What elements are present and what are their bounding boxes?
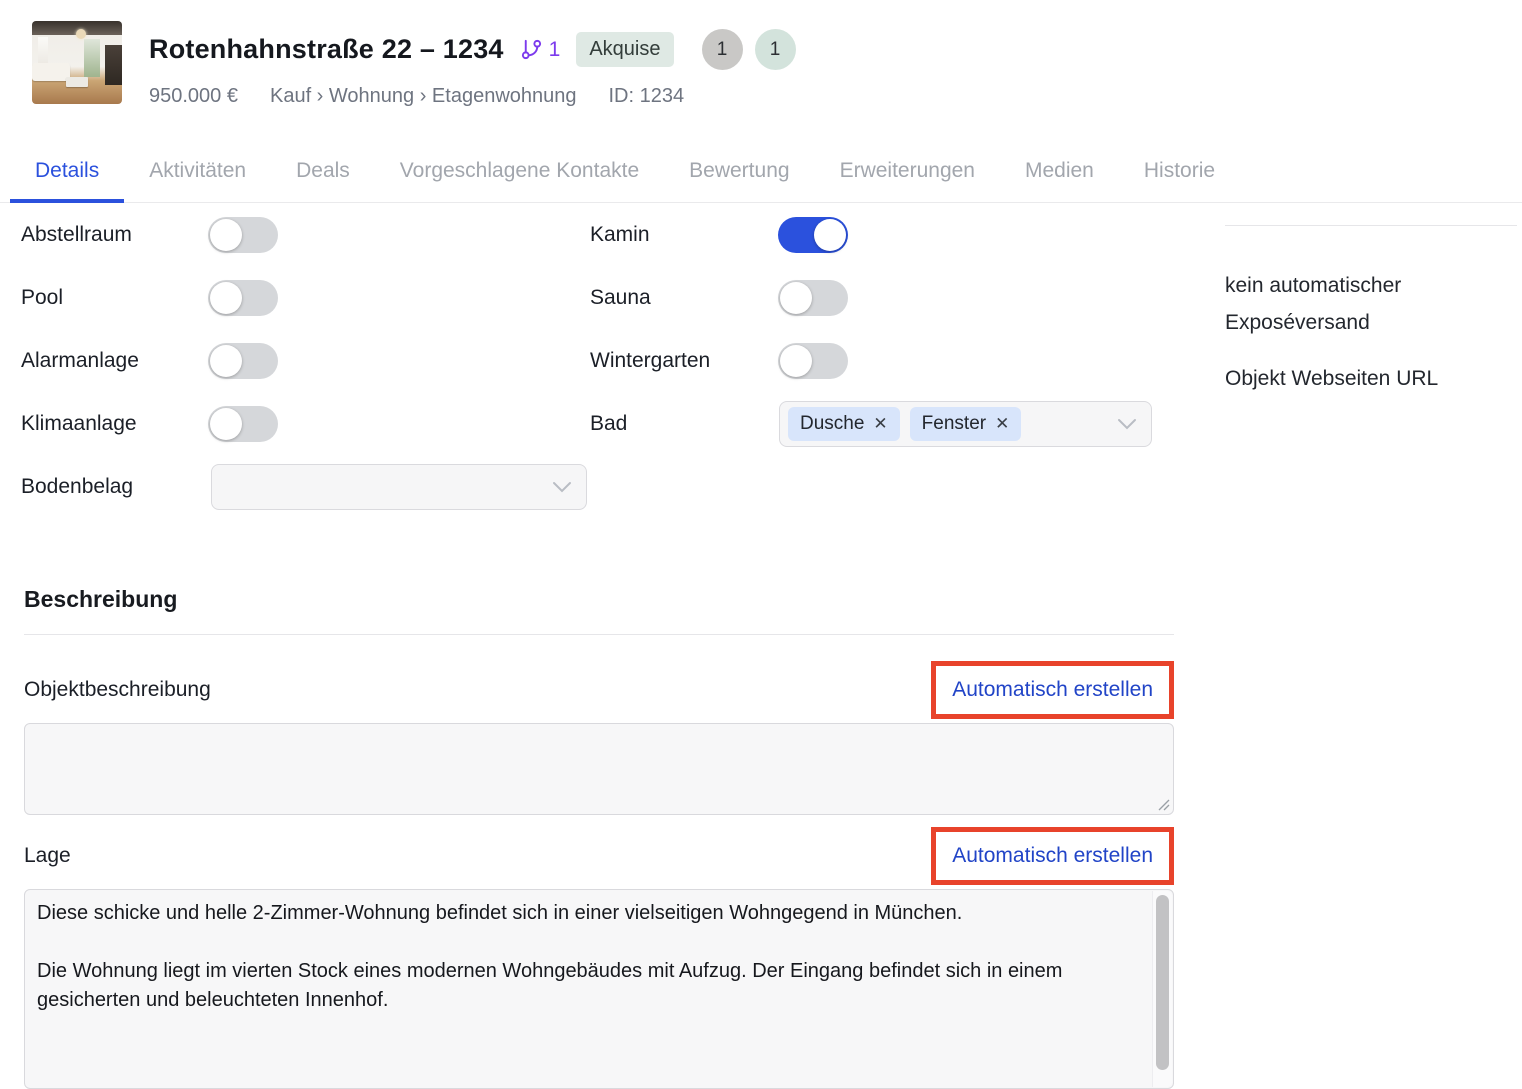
form-row-alarmanlage: Alarmanlage — [21, 329, 590, 392]
form-row-abstellraum: Abstellraum — [21, 203, 590, 266]
tab-historie[interactable]: Historie — [1119, 139, 1240, 202]
form-row-kamin: Kamin — [590, 203, 1174, 266]
form-row-wintergarten: Wintergarten — [590, 329, 1174, 392]
property-price: 950.000 € — [149, 85, 238, 108]
field-label: Kamin — [590, 223, 778, 247]
chevron-down-icon — [552, 481, 572, 493]
objekt-webseiten-url-label: Objekt Webseiten URL — [1225, 367, 1517, 391]
thumbnail-detail — [84, 39, 100, 77]
bad-multiselect[interactable]: Dusche ✕ Fenster ✕ — [779, 401, 1152, 447]
expose-versand-note: kein automatischer Exposéversand — [1225, 267, 1465, 341]
wintergarten-toggle[interactable] — [778, 343, 848, 379]
breadcrumb: Kauf › Wohnung › Etagenwohnung — [270, 85, 577, 108]
counter-badge-green[interactable]: 1 — [755, 29, 796, 70]
form-row-bodenbelag: Bodenbelag — [21, 455, 590, 518]
kamin-toggle[interactable] — [778, 217, 848, 253]
tab-erweiterungen[interactable]: Erweiterungen — [815, 139, 1000, 202]
right-sidebar: kein automatischer Exposéversand Objekt … — [1225, 225, 1517, 391]
linked-objects-count: 1 — [549, 38, 561, 62]
lage-textarea[interactable]: Diese schicke und helle 2-Zimmer-Wohnung… — [24, 889, 1174, 1089]
bad-chip-fenster: Fenster ✕ — [910, 407, 1022, 441]
tab-deals[interactable]: Deals — [271, 139, 375, 202]
chip-remove-icon[interactable]: ✕ — [995, 415, 1009, 432]
form-row-klimaanlage: Klimaanlage — [21, 392, 590, 455]
bodenbelag-select[interactable] — [211, 464, 587, 510]
form-row-sauna: Sauna — [590, 266, 1174, 329]
highlight-box: Automatisch erstellen — [931, 827, 1174, 885]
thumbnail-detail — [105, 45, 122, 85]
field-label: Bad — [590, 412, 778, 436]
abstellraum-toggle[interactable] — [208, 217, 278, 253]
pool-toggle[interactable] — [208, 280, 278, 316]
objektbeschreibung-textarea[interactable] — [24, 723, 1174, 815]
status-badge[interactable]: Akquise — [576, 32, 673, 67]
linked-objects-button[interactable]: 1 — [520, 38, 561, 62]
objektbeschreibung-value — [25, 723, 77, 758]
tab-bar: Details Aktivitäten Deals Vorgeschlagene… — [0, 139, 1522, 203]
git-branch-icon — [520, 38, 543, 61]
klimaanlage-toggle[interactable] — [208, 406, 278, 442]
tab-details[interactable]: Details — [10, 139, 124, 202]
lage-value: Diese schicke und helle 2-Zimmer-Wohnung… — [25, 890, 1173, 1024]
thumbnail-detail — [66, 77, 88, 87]
thumbnail-detail — [32, 63, 70, 81]
tab-aktivitaeten[interactable]: Aktivitäten — [124, 139, 271, 202]
alarmanlage-toggle[interactable] — [208, 343, 278, 379]
auto-create-location-button[interactable]: Automatisch erstellen — [952, 844, 1153, 867]
beschreibung-section: Beschreibung Objektbeschreibung Automati… — [24, 586, 1174, 1089]
scrollbar-track[interactable] — [1152, 891, 1172, 1087]
object-id: ID: 1234 — [609, 85, 685, 108]
form-row-pool: Pool — [21, 266, 590, 329]
tab-medien[interactable]: Medien — [1000, 139, 1119, 202]
field-label: Alarmanlage — [21, 349, 208, 373]
field-label: Bodenbelag — [21, 475, 208, 499]
tab-vorgeschlagene-kontakte[interactable]: Vorgeschlagene Kontakte — [375, 139, 664, 202]
form-row-bad: Bad Dusche ✕ Fenster ✕ — [590, 392, 1174, 455]
lage-label: Lage — [24, 844, 71, 868]
counter-badge-gray[interactable]: 1 — [702, 29, 743, 70]
chip-label: Fenster — [922, 413, 986, 435]
field-label: Klimaanlage — [21, 412, 208, 436]
scrollbar-thumb[interactable] — [1156, 895, 1169, 1070]
thumbnail-detail — [76, 29, 86, 39]
sauna-toggle[interactable] — [778, 280, 848, 316]
highlight-box: Automatisch erstellen — [931, 661, 1174, 719]
field-label: Abstellraum — [21, 223, 208, 247]
chip-label: Dusche — [800, 413, 864, 435]
property-header: Rotenhahnstraße 22 – 1234 1 Akquise 1 1 … — [32, 21, 796, 108]
tab-bewertung[interactable]: Bewertung — [664, 139, 814, 202]
field-label: Pool — [21, 286, 208, 310]
objektbeschreibung-label: Objektbeschreibung — [24, 678, 211, 702]
objektbeschreibung-row: Objektbeschreibung Automatisch erstellen — [24, 661, 1174, 719]
property-thumbnail[interactable] — [32, 21, 122, 104]
auto-create-description-button[interactable]: Automatisch erstellen — [952, 678, 1153, 701]
chevron-down-icon — [1117, 418, 1137, 430]
page-title: Rotenhahnstraße 22 – 1234 — [149, 34, 504, 65]
features-form: Abstellraum Pool Alarmanlage Klimaanlage… — [0, 203, 1174, 518]
lage-row: Lage Automatisch erstellen — [24, 827, 1174, 885]
bad-chip-dusche: Dusche ✕ — [788, 407, 900, 441]
section-heading: Beschreibung — [24, 586, 1174, 613]
chip-remove-icon[interactable]: ✕ — [873, 415, 887, 432]
divider — [24, 634, 1174, 635]
field-label: Sauna — [590, 286, 778, 310]
resize-handle-icon[interactable] — [1158, 799, 1170, 811]
field-label: Wintergarten — [590, 349, 778, 373]
